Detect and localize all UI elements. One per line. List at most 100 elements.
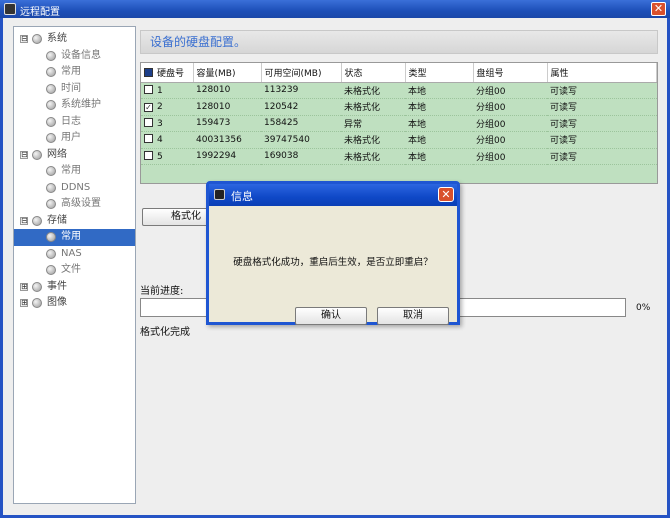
table-cell: 分组00 <box>473 82 547 99</box>
window-close-button[interactable]: ✕ <box>651 2 666 16</box>
column-header[interactable]: 属性 <box>547 63 657 83</box>
tree-node-label: DDNS <box>61 181 91 193</box>
tree-node-label: 常用 <box>61 231 81 242</box>
tree-node[interactable]: ⊟ 系统 <box>14 31 135 48</box>
table-cell: 128010 <box>193 98 261 116</box>
node-icon <box>46 133 56 143</box>
column-header-label: 属性 <box>550 68 569 79</box>
table-cell: 可读写 <box>547 131 657 149</box>
table-cell: 分组00 <box>473 98 547 116</box>
table-cell: 未格式化 <box>341 82 405 99</box>
tree-node-label: 系统维护 <box>61 99 101 110</box>
confirm-button[interactable]: 确认 <box>295 307 367 325</box>
tree-node[interactable]: 文件 <box>14 262 135 279</box>
tree-node[interactable]: ⊟ 网络 <box>14 147 135 164</box>
tree-node[interactable]: 系统维护 <box>14 97 135 114</box>
node-icon <box>46 100 56 110</box>
cell-text: 本地 <box>408 152 427 163</box>
table-cell: 本地 <box>405 131 473 149</box>
cell-text: 可读写 <box>550 152 578 163</box>
table-header-row: 硬盘号 容量(MB) 可用空间(MB) 状态 类型 盘组号 属性 <box>141 63 657 83</box>
table-cell: 可读写 <box>547 115 657 132</box>
tree-node-label: 日志 <box>61 115 81 127</box>
cell-text: 5 <box>157 151 163 162</box>
cell-text: 分组00 <box>476 103 506 114</box>
row-checkbox[interactable] <box>144 150 153 160</box>
tree-toggle-icon[interactable]: ⊞ <box>20 299 28 307</box>
tree-toggle-icon[interactable]: ⊟ <box>20 150 28 159</box>
table-cell: 可读写 <box>547 148 657 165</box>
cell-text: 本地 <box>408 86 427 97</box>
cell-text: 可读写 <box>550 86 578 97</box>
node-icon <box>46 67 56 77</box>
cell-text: 本地 <box>408 103 427 114</box>
tree-node[interactable]: 常用 <box>14 64 135 81</box>
tree-node[interactable]: 常用 <box>14 163 135 180</box>
tree-toggle-icon[interactable]: ⊟ <box>20 35 28 43</box>
table-cell: 未格式化 <box>341 98 405 116</box>
table-cell: 异常 <box>341 115 405 132</box>
table-row[interactable]: 3 159473 158425 异常 本地 分组00 可读写 <box>141 115 657 132</box>
table-row[interactable]: 1 128010 113239 未格式化 本地 分组00 可读写 <box>141 82 657 99</box>
row-checkbox[interactable]: ✓ <box>144 102 153 112</box>
column-header[interactable]: 硬盘号 <box>141 63 194 83</box>
tree-node-label: 常用 <box>61 66 81 77</box>
tree-node[interactable]: 设备信息 <box>14 48 135 65</box>
table-cell: 可读写 <box>547 82 657 99</box>
node-icon <box>32 215 42 226</box>
dialog-title: 信息 <box>231 190 253 203</box>
row-checkbox[interactable] <box>144 134 153 144</box>
column-header[interactable]: 状态 <box>341 63 406 83</box>
progress-label: 当前进度: <box>140 286 184 297</box>
table-row[interactable]: 5 1992294 169038 未格式化 本地 分组00 可读写 <box>141 148 657 165</box>
table-cell: 5 <box>141 148 193 165</box>
table-cell: 本地 <box>405 115 473 132</box>
column-header-label: 盘组号 <box>476 68 504 79</box>
tree-node[interactable]: 常用 <box>14 229 135 246</box>
tree-node[interactable]: 日志 <box>14 114 135 131</box>
row-checkbox[interactable] <box>144 117 153 127</box>
tree-node[interactable]: 用户 <box>14 130 135 147</box>
cell-text: 本地 <box>408 136 427 147</box>
tree-node[interactable]: ⊟ 存储 <box>14 213 135 230</box>
column-header[interactable]: 盘组号 <box>473 63 548 83</box>
column-header[interactable]: 可用空间(MB) <box>261 63 342 83</box>
column-header[interactable]: 容量(MB) <box>193 63 262 83</box>
column-header[interactable]: 类型 <box>405 63 474 83</box>
cell-text: 未格式化 <box>344 152 381 163</box>
dialog-close-button[interactable]: ✕ <box>438 187 454 202</box>
node-icon <box>32 281 42 292</box>
table-cell: 120542 <box>261 98 341 116</box>
node-icon <box>46 50 56 61</box>
cell-text: 分组00 <box>476 136 506 147</box>
table-row[interactable]: ✓ 2 128010 120542 未格式化 本地 分组00 可读写 <box>141 98 657 116</box>
tree-node[interactable]: 高级设置 <box>14 196 135 213</box>
select-all-checkbox[interactable] <box>144 67 153 77</box>
table-cell: 4 <box>141 131 193 149</box>
tree-node[interactable]: ⊞ 图像 <box>14 295 135 312</box>
table-cell: 分组00 <box>473 115 547 132</box>
tree-node[interactable]: 时间 <box>14 81 135 98</box>
table-cell: 1992294 <box>193 148 261 165</box>
cell-text: 未格式化 <box>344 136 381 147</box>
node-icon <box>32 298 42 308</box>
node-icon <box>46 199 56 209</box>
status-text: 格式化完成 <box>140 327 190 338</box>
cancel-button[interactable]: 取消 <box>377 307 449 325</box>
cell-text: 可读写 <box>550 103 578 114</box>
table-cell: ✓ 2 <box>141 98 193 116</box>
tree-node-label: 图像 <box>47 297 67 308</box>
tree-node[interactable]: ⊞ 事件 <box>14 279 135 296</box>
window-title: 远程配置 <box>20 7 60 18</box>
tree-toggle-icon[interactable]: ⊞ <box>20 282 28 291</box>
tree-node-label: 存储 <box>47 214 67 226</box>
table-row[interactable]: 4 40031356 39747540 未格式化 本地 分组00 可读写 <box>141 131 657 149</box>
node-icon <box>32 149 42 160</box>
tree-node[interactable]: DDNS <box>14 180 135 197</box>
tree-toggle-icon[interactable]: ⊟ <box>20 216 28 225</box>
cell-text: 异常 <box>344 119 363 130</box>
row-checkbox[interactable] <box>144 84 153 94</box>
table-cell: 可读写 <box>547 98 657 116</box>
table-cell: 113239 <box>261 82 341 99</box>
tree-node[interactable]: NAS <box>14 246 135 263</box>
